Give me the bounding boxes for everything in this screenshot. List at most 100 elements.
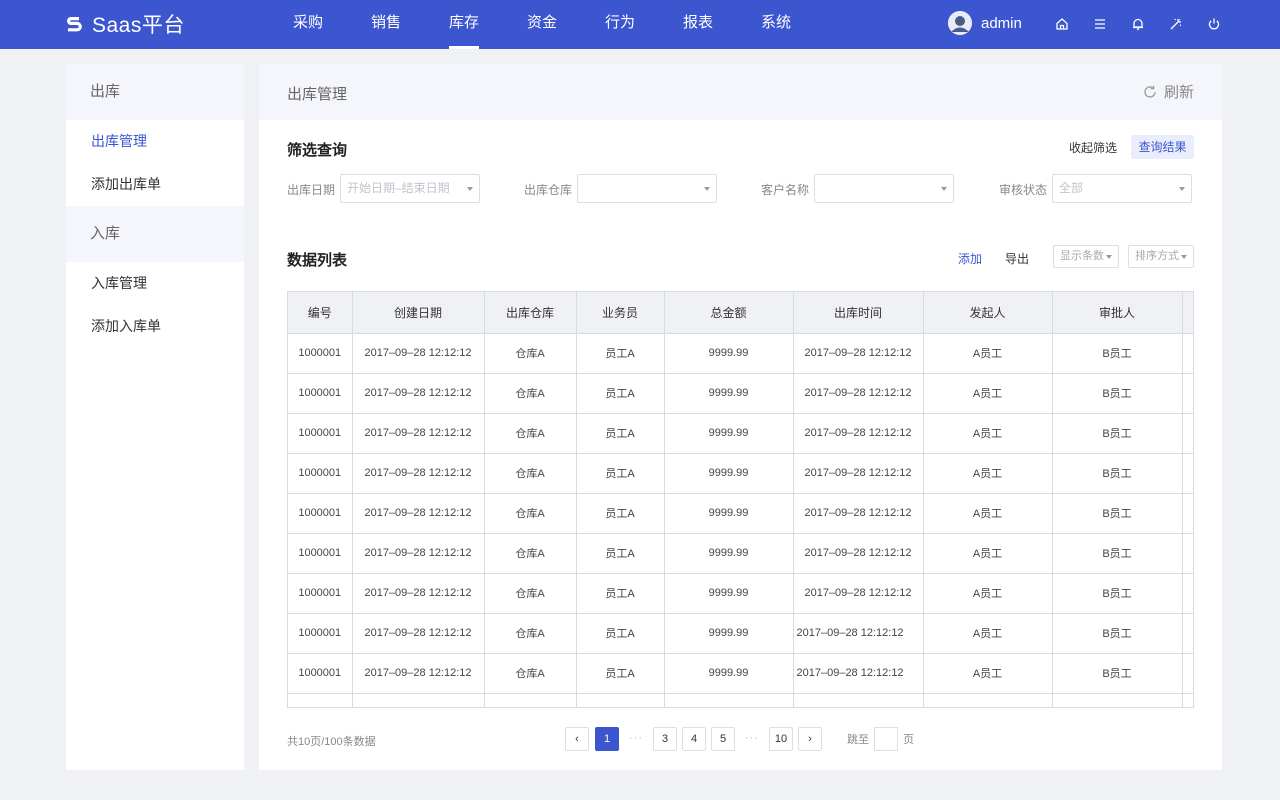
pagination: ‹ 1 ··· 3 4 5 ··· 10 › 跳至页	[565, 727, 914, 751]
table-cell: 9999.99	[664, 533, 794, 574]
table-cell: 9999.99	[664, 573, 794, 614]
main-panel: 出库管理 刷新 筛选查询 收起筛选 查询结果 出库日期 开始日期–结束日期 出库…	[259, 64, 1222, 770]
user-menu[interactable]: admin	[948, 11, 1022, 35]
column-header[interactable]: 业务员	[576, 292, 665, 334]
filter-label-customer: 客户名称	[761, 183, 810, 197]
magic-wand-icon[interactable]	[1166, 14, 1186, 34]
page-button[interactable]: 1	[595, 727, 619, 751]
page-jump-input[interactable]	[874, 727, 898, 751]
table-row[interactable]: 1000001 2017–09–28 12:12:12 仓库A 员工A 9999.99 2…	[288, 413, 1193, 454]
date-range-picker[interactable]: 开始日期–结束日期	[340, 174, 480, 203]
add-button[interactable]: 添加	[958, 250, 982, 267]
column-header[interactable]: 创建日期	[352, 292, 485, 334]
table-cell: 9999.99	[664, 413, 794, 454]
column-header[interactable]: 编号	[288, 292, 353, 334]
table-cell	[288, 693, 353, 707]
table-cell: 1000001	[288, 613, 353, 654]
avatar	[948, 11, 972, 35]
warehouse-select[interactable]	[577, 174, 717, 203]
table-cell: 仓库A	[484, 373, 577, 414]
pagination-ellipsis: ···	[624, 727, 648, 751]
query-results-button[interactable]: 查询结果	[1131, 135, 1194, 159]
table-row[interactable]: 1000001 2017–09–28 12:12:12 仓库A 员工A 9999.99 2…	[288, 613, 1193, 654]
page-title: 出库管理	[287, 86, 348, 103]
table-cell: 2017–09–28 12:12:12	[352, 653, 485, 694]
table-cell: 1000001	[288, 493, 353, 534]
power-icon[interactable]	[1204, 14, 1224, 34]
logo-icon	[67, 17, 82, 32]
sidebar-item[interactable]: 添加入库单	[66, 305, 244, 348]
menu-icon[interactable]	[1090, 14, 1110, 34]
column-header[interactable]: 发起人	[923, 292, 1053, 334]
status-select[interactable]: 全部	[1052, 174, 1192, 203]
table-row[interactable]: 1000001 2017–09–28 12:12:12 仓库A 员工A 9999.99 2…	[288, 653, 1193, 694]
table-header-row: 编号 创建日期 出库仓库 业务员 总金额 出库时间 发起人 审批人	[288, 292, 1193, 334]
table-cell: 员工A	[576, 493, 665, 534]
table-cell: 1000001	[288, 533, 353, 574]
sort-select[interactable]: 排序方式	[1128, 245, 1194, 268]
data-table-container[interactable]: 编号 创建日期 出库仓库 业务员 总金额 出库时间 发起人 审批人 1000001 2017–0…	[287, 291, 1194, 708]
nav-item-1[interactable]: 采购	[269, 0, 347, 49]
page-button[interactable]: 3	[653, 727, 677, 751]
table-cell-spacer	[1182, 333, 1193, 374]
table-cell: 9999.99	[664, 493, 794, 534]
column-header[interactable]: 总金额	[664, 292, 794, 334]
table-row[interactable]: 1000001 2017–09–28 12:12:12 仓库A 员工A 9999.99 2…	[288, 373, 1193, 414]
table-row[interactable]: 1000001 2017–09–28 12:12:12 仓库A 员工A 9999.99 2…	[288, 453, 1193, 494]
column-header[interactable]: 出库仓库	[484, 292, 577, 334]
chevron-down-icon	[704, 187, 710, 191]
home-icon[interactable]	[1052, 14, 1072, 34]
customer-select[interactable]	[814, 174, 954, 203]
table-cell	[484, 693, 577, 707]
nav-item-7[interactable]: 系统	[737, 0, 815, 49]
table-row[interactable]: 1000001 2017–09–28 12:12:12 仓库A 员工A 9999.99 2…	[288, 333, 1193, 374]
sidebar-item[interactable]: 入库管理	[66, 262, 244, 305]
pagination-summary: 共10页/100条数据	[287, 736, 376, 748]
export-button[interactable]: 导出	[1005, 250, 1029, 267]
table-cell: A员工	[923, 373, 1053, 414]
table-cell: A员工	[923, 613, 1053, 654]
table-cell: 9999.99	[664, 613, 794, 654]
refresh-button[interactable]: 刷新	[1142, 81, 1194, 102]
table-cell: 2017–09–28 12:12:12	[793, 493, 924, 534]
nav-item-2[interactable]: 销售	[347, 0, 425, 49]
date-range-placeholder: 开始日期–结束日期	[347, 181, 450, 195]
table-cell: 1000001	[288, 413, 353, 454]
page-button[interactable]: 5	[711, 727, 735, 751]
table-row[interactable]: 1000001 2017–09–28 12:12:12 仓库A 员工A 9999.99 2…	[288, 533, 1193, 574]
table-row[interactable]: 1000001 2017–09–28 12:12:12 仓库A 员工A 9999.99 2…	[288, 493, 1193, 534]
collapse-filter-button[interactable]: 收起筛选	[1069, 139, 1117, 156]
table-cell: B员工	[1052, 453, 1183, 494]
page-button[interactable]: 4	[682, 727, 706, 751]
table-cell: B员工	[1052, 613, 1183, 654]
table-row[interactable]: 1000001 2017–09–28 12:12:12 仓库A 员工A 9999.99 2…	[288, 573, 1193, 614]
table-cell-spacer	[1182, 373, 1193, 414]
prev-page-button[interactable]: ‹	[565, 727, 589, 751]
nav-item-6[interactable]: 报表	[659, 0, 737, 49]
sidebar-item[interactable]: 添加出库单	[66, 163, 244, 206]
table-cell-spacer	[1182, 413, 1193, 454]
bell-icon[interactable]	[1128, 14, 1148, 34]
table-cell-spacer	[1182, 613, 1193, 654]
page-size-placeholder: 显示条数	[1060, 250, 1104, 262]
table-cell: A员工	[923, 573, 1053, 614]
nav-item-4[interactable]: 资金	[503, 0, 581, 49]
page-size-select[interactable]: 显示条数	[1053, 245, 1119, 268]
nav-item-3[interactable]: 库存	[425, 0, 503, 49]
column-header[interactable]: 审批人	[1052, 292, 1183, 334]
page-button[interactable]: 10	[769, 727, 793, 751]
table-cell: B员工	[1052, 333, 1183, 374]
table-cell: B员工	[1052, 573, 1183, 614]
next-page-button[interactable]: ›	[798, 727, 822, 751]
table-cell: 2017–09–28 12:12:12	[793, 653, 924, 694]
app-logo[interactable]: Saas平台	[64, 10, 185, 38]
table-cell: 2017–09–28 12:12:12	[352, 413, 485, 454]
table-cell: 2017–09–28 12:12:12	[352, 573, 485, 614]
column-header[interactable]: 出库时间	[793, 292, 924, 334]
page-jump: 跳至 页	[847, 727, 914, 751]
nav-item-5[interactable]: 行为	[581, 0, 659, 49]
table-cell: 2017–09–28 12:12:12	[352, 493, 485, 534]
table-cell-spacer	[1182, 493, 1193, 534]
table-cell: 员工A	[576, 573, 665, 614]
sidebar-item[interactable]: 出库管理	[66, 120, 244, 163]
